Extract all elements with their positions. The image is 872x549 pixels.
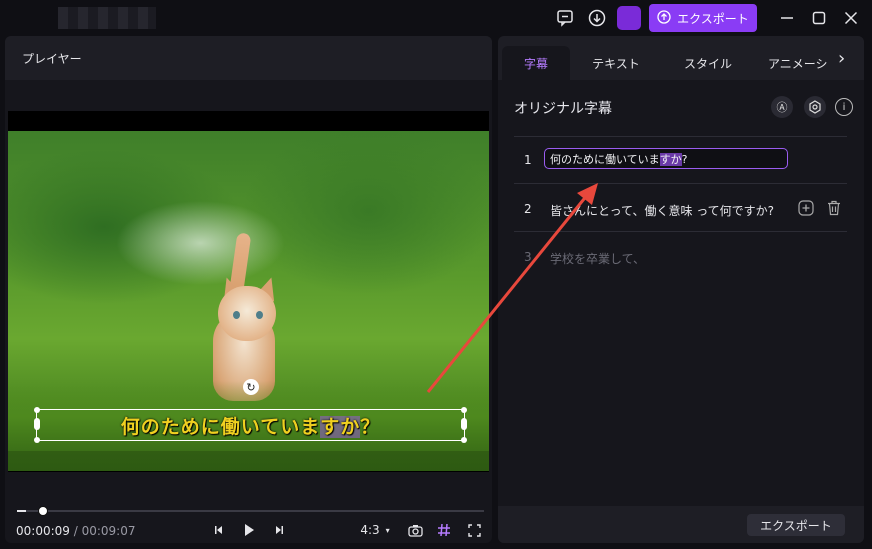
subtitle-row-number: 2 xyxy=(524,202,532,216)
selected-text: すか xyxy=(659,153,682,166)
current-time: 00:00:09 xyxy=(16,524,70,538)
resize-handle-left[interactable] xyxy=(34,418,40,430)
section-title: オリジナル字幕 xyxy=(514,101,612,117)
progress-bar[interactable] xyxy=(17,506,484,516)
previous-frame-icon[interactable] xyxy=(210,520,228,540)
total-time: 00:09:07 xyxy=(81,524,136,538)
export-button-label: エクスポート xyxy=(677,11,749,26)
next-frame-icon[interactable] xyxy=(270,520,288,540)
subtitle-bounding-box[interactable]: 何のために働いていますか？ xyxy=(34,407,467,443)
tab-subtitles[interactable]: 字幕 xyxy=(502,46,570,80)
add-icon[interactable] xyxy=(797,199,815,217)
subtitle-selected-text: すか xyxy=(320,416,361,438)
subtitle-row-text[interactable]: 皆さんにとって、働く意味 って何ですか? xyxy=(550,202,774,219)
subtitle-panel: 字幕 テキスト スタイル アニメーシ › オリジナル字幕 Ⓐ i 1 何のために… xyxy=(498,36,864,543)
maximize-icon[interactable] xyxy=(809,8,829,28)
cat-eye-left xyxy=(233,311,240,319)
title-bar: エクスポート xyxy=(0,0,872,36)
settings-icon[interactable] xyxy=(804,96,826,118)
subtitle-overlay-text: 何のために働いていますか？ xyxy=(120,416,381,438)
tab-text[interactable]: テキスト xyxy=(580,46,652,80)
subtitle-edit-input[interactable]: 何のために働いていますか? xyxy=(544,148,788,169)
player-panel: プレイヤー ↻ 何のために働いていますか？ 00:00:09 / 00:09:0… xyxy=(5,36,492,543)
download-icon[interactable] xyxy=(586,7,608,29)
camera-icon[interactable] xyxy=(406,520,424,540)
divider xyxy=(514,183,847,184)
resize-handle-right[interactable] xyxy=(461,418,467,430)
rotate-icon[interactable]: ↻ xyxy=(243,379,259,395)
aspect-ratio-select[interactable]: 4:3 ▾ xyxy=(355,520,395,540)
play-icon[interactable] xyxy=(240,520,258,540)
tab-style[interactable]: スタイル xyxy=(670,46,746,80)
divider xyxy=(514,136,847,137)
chevron-right-icon[interactable]: › xyxy=(838,48,845,69)
feedback-icon[interactable] xyxy=(554,7,576,29)
fullscreen-icon[interactable] xyxy=(465,520,483,540)
subtitle-row-number: 3 xyxy=(524,250,532,264)
trash-icon[interactable] xyxy=(825,199,843,217)
video-preview[interactable]: ↻ 何のために働いていますか？ xyxy=(8,111,489,472)
resize-handle-top-right[interactable] xyxy=(461,407,467,413)
cat-eye-right xyxy=(256,311,263,319)
resize-handle-bottom-left[interactable] xyxy=(34,437,40,443)
video-frame xyxy=(8,131,489,471)
ai-translate-icon[interactable]: Ⓐ xyxy=(771,96,793,118)
time-display: 00:00:09 / 00:09:07 xyxy=(16,524,136,538)
progress-fill xyxy=(17,510,27,512)
divider xyxy=(514,231,847,232)
tab-animation[interactable]: アニメーシ xyxy=(768,46,848,80)
chevron-down-icon: ▾ xyxy=(385,525,390,535)
subtitle-row-number: 1 xyxy=(524,153,532,167)
tab-bar: 字幕 テキスト スタイル アニメーシ › xyxy=(498,36,864,80)
subtitle-row-text[interactable]: 学校を卒業して、 xyxy=(550,250,645,267)
cat-head xyxy=(218,286,276,341)
close-icon[interactable] xyxy=(841,8,861,28)
player-header: プレイヤー xyxy=(5,36,492,80)
minimize-icon[interactable] xyxy=(777,8,797,28)
resize-handle-bottom-right[interactable] xyxy=(461,437,467,443)
aspect-ratio-value: 4:3 xyxy=(360,523,380,537)
export-button[interactable]: エクスポート xyxy=(649,4,757,32)
blurred-project-name xyxy=(58,7,156,29)
user-avatar[interactable] xyxy=(617,6,641,30)
resize-handle-top-left[interactable] xyxy=(34,407,40,413)
upload-icon xyxy=(657,9,671,27)
progress-knob[interactable] xyxy=(38,506,49,516)
export-button-bottom[interactable]: エクスポート xyxy=(747,514,845,536)
info-icon[interactable]: i xyxy=(835,98,853,116)
player-title: プレイヤー xyxy=(22,52,82,66)
grid-icon[interactable] xyxy=(435,520,453,540)
